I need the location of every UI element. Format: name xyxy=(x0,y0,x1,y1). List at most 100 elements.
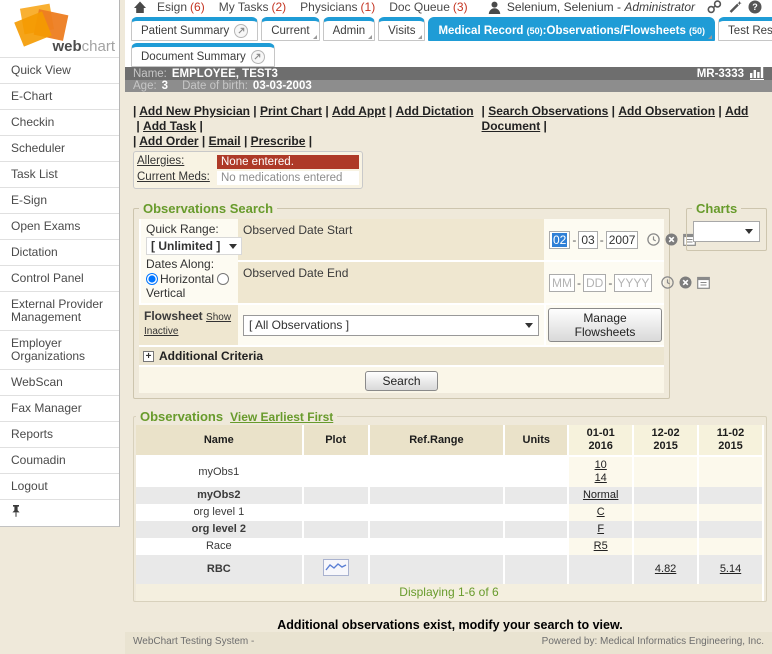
webchart-logo[interactable]: webchart xyxy=(0,0,119,57)
sidebar-column: webchart Quick View E-Chart Checkin Sche… xyxy=(0,0,125,604)
user-zone: Selenium, Selenium - Administrator ? xyxy=(488,0,762,14)
flowsheet-select[interactable]: [ All Observations ] xyxy=(243,315,539,336)
end-day-input[interactable]: DD xyxy=(583,274,606,292)
link-print-chart[interactable]: Print Chart xyxy=(260,104,332,118)
tab-test-results[interactable]: Test Results xyxy=(718,17,772,41)
view-earliest-first-link[interactable]: View Earliest First xyxy=(230,410,333,424)
sidebar-item-coumadin[interactable]: Coumadin xyxy=(0,447,119,473)
observation-value-link[interactable]: Normal xyxy=(573,489,628,502)
observation-value-link[interactable]: 10 xyxy=(573,459,628,472)
additional-criteria-toggle[interactable]: + Additional Criteria xyxy=(139,347,664,367)
tab-visits[interactable]: Visits xyxy=(378,17,425,41)
sidebar-item-logout[interactable]: Logout xyxy=(0,473,119,499)
table-row-org-level-1: org level 1 C xyxy=(136,504,764,521)
observation-value-link[interactable]: R5 xyxy=(573,540,628,553)
plot-cell xyxy=(304,487,370,504)
value-cell: C xyxy=(569,504,634,521)
link-add-observation[interactable]: Add Observation xyxy=(618,104,725,118)
sidebar-item-reports[interactable]: Reports xyxy=(0,421,119,447)
link-add-new-physician[interactable]: Add New Physician xyxy=(139,104,260,118)
top-nav: Esign(6) My Tasks(2) Physicians(1) Doc Q… xyxy=(157,0,468,14)
start-month-input[interactable]: 02 xyxy=(549,231,570,249)
patient-summary-popout-icon[interactable] xyxy=(234,24,248,38)
date-dash: - xyxy=(577,276,581,290)
document-summary-popout-icon[interactable] xyxy=(251,50,265,64)
charts-select[interactable] xyxy=(693,221,760,242)
radio-vertical[interactable] xyxy=(217,273,229,285)
manage-flowsheets-button[interactable]: Manage Flowsheets xyxy=(548,308,662,342)
nav-doc-queue[interactable]: Doc Queue(3) xyxy=(389,0,467,14)
link-add-appt[interactable]: Add Appt xyxy=(332,104,396,118)
tab-patient-summary[interactable]: Patient Summary xyxy=(131,17,258,41)
sparkline-plot-icon[interactable] xyxy=(323,559,349,576)
patient-chart-stats-icon[interactable] xyxy=(750,67,764,80)
flowsheet-select-cell: [ All Observations ] xyxy=(238,305,544,347)
current-meds-row: Current Meds: No medications entered xyxy=(137,171,359,185)
radio-horizontal[interactable] xyxy=(146,273,158,285)
sidebar-item-e-chart[interactable]: E-Chart xyxy=(0,83,119,109)
quick-range-select[interactable]: [ Unlimited ] xyxy=(146,237,242,255)
table-row-rbc: RBC 4.82 5.14 xyxy=(136,555,764,584)
sidebar-menu: Quick View E-Chart Checkin Scheduler Tas… xyxy=(0,57,119,526)
col-header-name: Name xyxy=(136,425,304,457)
tab-current[interactable]: Current xyxy=(261,17,319,41)
value-cell: 5.14 xyxy=(699,555,764,584)
sidebar-item-open-exams[interactable]: Open Exams xyxy=(0,213,119,239)
link-email[interactable]: Email xyxy=(209,134,251,148)
help-icon[interactable]: ? xyxy=(748,0,762,14)
tab-admin[interactable]: Admin xyxy=(323,17,376,41)
sidebar-item-webscan[interactable]: WebScan xyxy=(0,369,119,395)
wand-icon[interactable] xyxy=(728,0,742,14)
sidebar-item-external-provider-management[interactable]: External Provider Management xyxy=(0,291,119,330)
quicklinks-left: Add New PhysicianPrint ChartAdd Appt Add … xyxy=(133,104,482,134)
end-month-input[interactable]: MM xyxy=(549,274,575,292)
sidebar-item-control-panel[interactable]: Control Panel xyxy=(0,265,119,291)
sidebar-item-task-list[interactable]: Task List xyxy=(0,161,119,187)
observation-value-link[interactable]: 14 xyxy=(573,472,628,485)
tab-document-summary[interactable]: Document Summary xyxy=(131,43,275,67)
logo-web: web xyxy=(52,38,81,55)
clear-date-icon[interactable] xyxy=(665,233,678,246)
nav-physicians[interactable]: Physicians(1) xyxy=(300,0,375,14)
link-add-task[interactable]: Add Task xyxy=(143,119,206,133)
link-chain-icon[interactable] xyxy=(707,0,722,14)
panels-row: Observations Search Observed Date Start … xyxy=(133,201,767,399)
quicklinks-row-2: Add OrderEmailPrescribe xyxy=(133,134,767,149)
search-grid: Observed Date Start 02-03-2007 Quick Ran… xyxy=(139,219,664,393)
home-icon[interactable] xyxy=(133,1,147,14)
sidebar-item-dictation[interactable]: Dictation xyxy=(0,239,119,265)
col-header-plot: Plot xyxy=(304,425,370,457)
ref-range-cell xyxy=(370,521,506,538)
sidebar-item-fax-manager[interactable]: Fax Manager xyxy=(0,395,119,421)
user-menu[interactable]: Selenium, Selenium - Administrator xyxy=(507,0,695,14)
clock-icon[interactable] xyxy=(661,276,674,289)
observation-value-link[interactable]: C xyxy=(573,506,628,519)
allergies-link[interactable]: Allergies: xyxy=(137,155,184,167)
start-year-input[interactable]: 2007 xyxy=(606,231,639,249)
search-button[interactable]: Search xyxy=(365,371,437,391)
link-prescribe[interactable]: Prescribe xyxy=(251,134,316,148)
clock-icon[interactable] xyxy=(647,233,660,246)
nav-esign[interactable]: Esign(6) xyxy=(157,0,205,14)
start-day-input[interactable]: 03 xyxy=(578,231,597,249)
sidebar-item-quick-view[interactable]: Quick View xyxy=(0,57,119,83)
calendar-icon[interactable] xyxy=(697,276,710,289)
observation-value-link[interactable]: 4.82 xyxy=(638,563,693,576)
nav-esign-count: (6) xyxy=(190,0,205,14)
nav-my-tasks[interactable]: My Tasks(2) xyxy=(219,0,286,14)
tab-medical-record-observations[interactable]: Medical Record (50):Observations/Flowshe… xyxy=(428,17,715,41)
sidebar-item-e-sign[interactable]: E-Sign xyxy=(0,187,119,213)
observation-value-link[interactable]: 5.14 xyxy=(703,563,758,576)
end-year-input[interactable]: YYYY xyxy=(614,274,652,292)
charts-panel: Charts xyxy=(686,201,767,251)
sidebar-item-checkin[interactable]: Checkin xyxy=(0,109,119,135)
row-name: myObs1 xyxy=(136,457,304,487)
observation-value-link[interactable]: F xyxy=(573,523,628,536)
current-meds-link[interactable]: Current Meds: xyxy=(137,171,210,183)
link-add-order[interactable]: Add Order xyxy=(139,134,208,148)
sidebar-item-scheduler[interactable]: Scheduler xyxy=(0,135,119,161)
clear-date-icon[interactable] xyxy=(679,276,692,289)
link-search-observations[interactable]: Search Observations xyxy=(488,104,618,118)
sidebar-item-employer-organizations[interactable]: Employer Organizations xyxy=(0,330,119,369)
sidebar-pin-toggle[interactable] xyxy=(0,499,119,526)
